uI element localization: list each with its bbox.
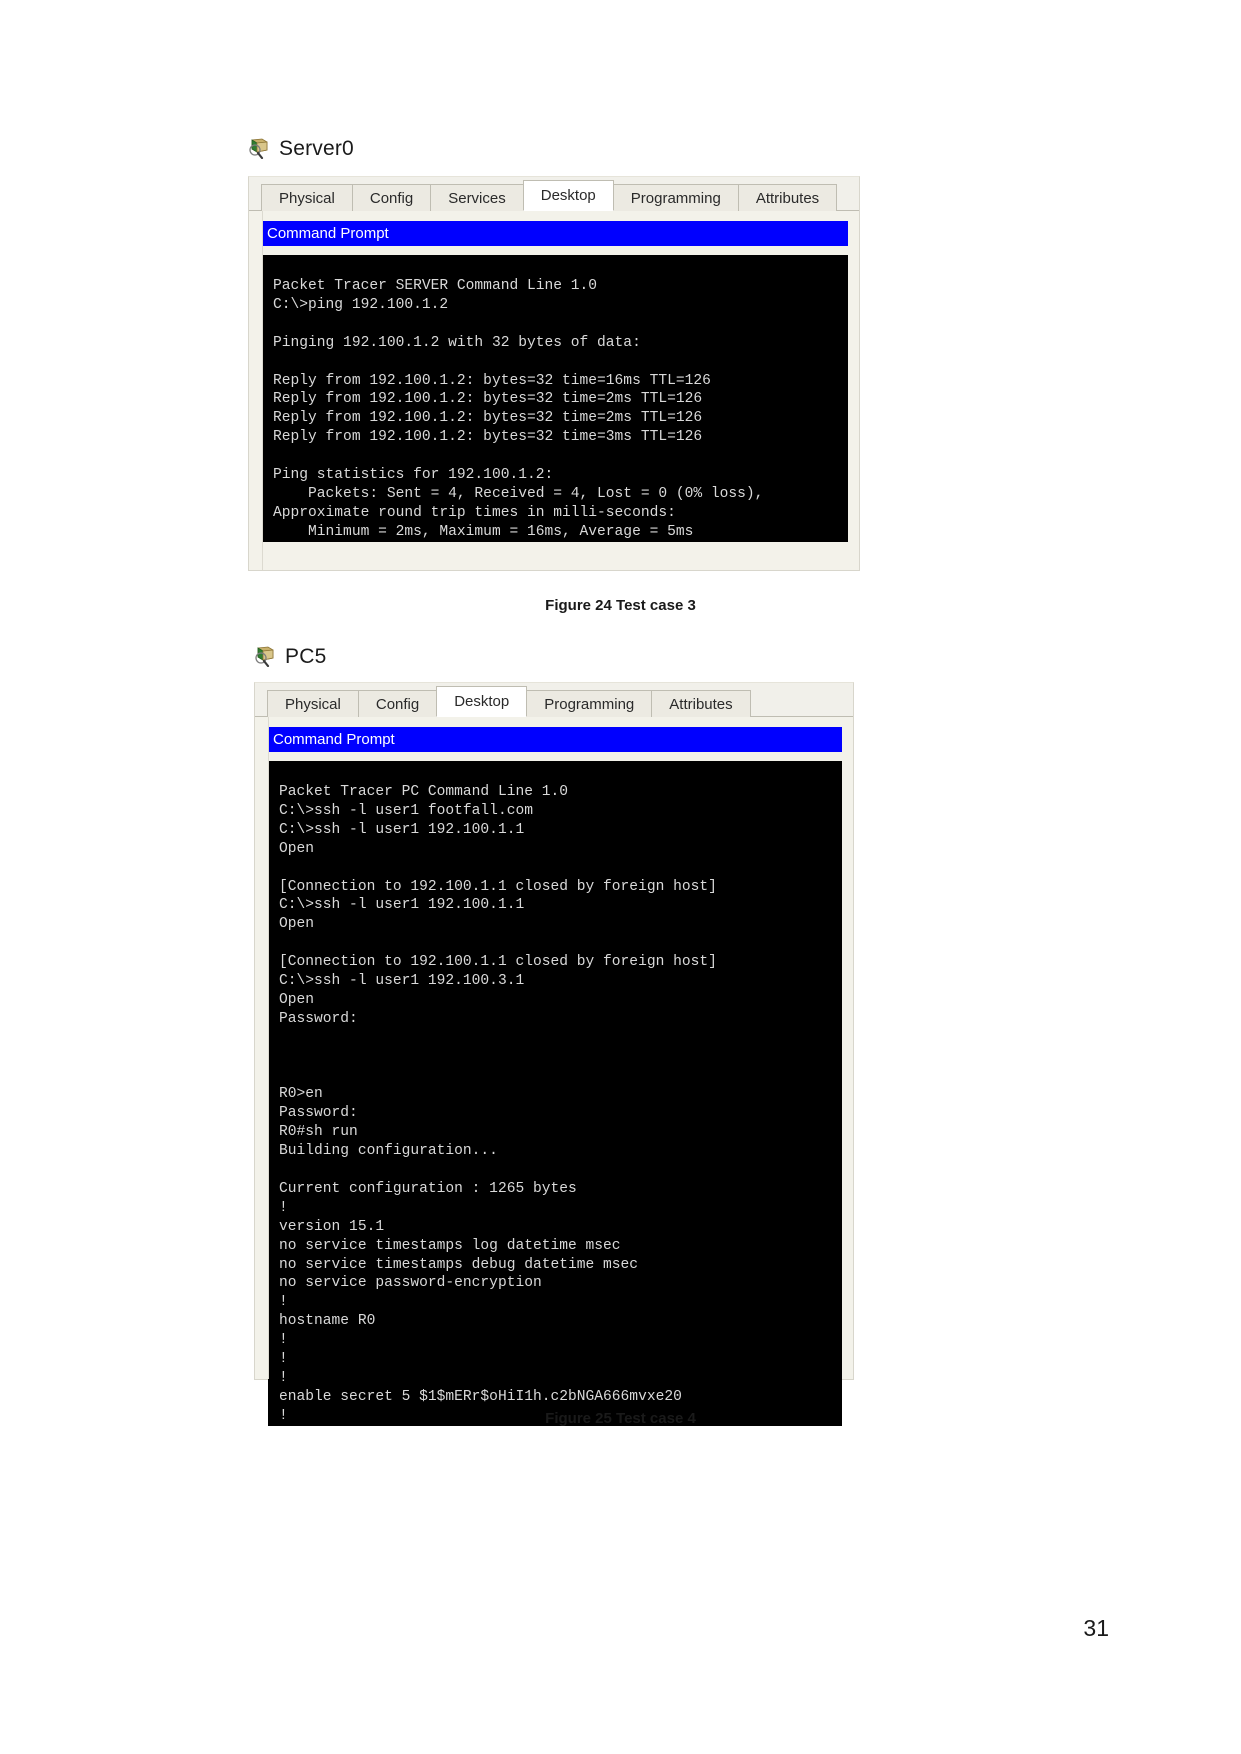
tab-physical[interactable]: Physical	[261, 184, 353, 211]
terminal-line: [Connection to 192.100.1.1 closed by for…	[279, 954, 717, 971]
terminal-line: C:\>ssh -l user1 192.100.3.1	[279, 973, 525, 990]
terminal-line: Packet Tracer PC Command Line 1.0	[279, 784, 569, 800]
desktop-panel-body: Command Prompt Packet Tracer SERVER Comm…	[249, 211, 859, 570]
terminal-line: no service password-encryption	[279, 1275, 542, 1292]
terminal-line: C:\>ssh -l user1 footfall.com	[279, 802, 533, 819]
terminal-line: C:\>ping 192.100.1.2	[273, 296, 449, 313]
terminal-output-pc5[interactable]: Packet Tracer PC Command Line 1.0 C:\>ssh…	[268, 761, 842, 1426]
terminal-line: Open	[279, 840, 315, 857]
device-name-label: Server0	[279, 136, 354, 160]
figure-caption-25: Figure 25 Test case 4	[545, 1410, 696, 1427]
terminal-line: Packet Tracer SERVER Command Line 1.0	[273, 278, 598, 294]
page-number: 31	[1083, 1615, 1109, 1641]
terminal-line: hostname R0	[279, 1313, 376, 1330]
server-device-icon	[248, 137, 270, 159]
terminal-line: Reply from 192.100.1.2: bytes=32 time=2m…	[273, 410, 703, 427]
panel-left-gutter	[249, 211, 263, 570]
packet-tracer-window-server0: Physical Config Services Desktop Program…	[248, 176, 860, 571]
terminal-line: !	[279, 1199, 288, 1216]
terminal-line: C:\>ssh -l user1 192.100.1.1	[279, 897, 525, 914]
terminal-line: Open	[279, 916, 315, 933]
terminal-line: Password:	[279, 1105, 358, 1122]
terminal-line: no service timestamps log datetime msec	[279, 1237, 621, 1254]
terminal-line: [Connection to 192.100.1.1 closed by for…	[279, 878, 717, 895]
tab-programming[interactable]: Programming	[526, 690, 653, 717]
terminal-line: Ping statistics for 192.100.1.2:	[273, 467, 554, 484]
tab-bar: Physical Config Services Desktop Program…	[249, 177, 859, 211]
terminal-line: !	[279, 1332, 288, 1349]
device-label-pc5: PC5	[254, 645, 326, 667]
terminal-line: R0>en	[279, 1086, 323, 1103]
terminal-line: Current configuration : 1265 bytes	[279, 1180, 577, 1197]
pc-device-icon	[254, 645, 276, 667]
tab-programming[interactable]: Programming	[612, 184, 739, 211]
terminal-line: Pinging 192.100.1.2 with 32 bytes of dat…	[273, 334, 641, 351]
terminal-line: !	[279, 1351, 288, 1368]
terminal-line: !	[279, 1370, 288, 1386]
terminal-line: version 15.1	[279, 1218, 385, 1235]
terminal-line: !	[279, 1294, 288, 1311]
terminal-line: Reply from 192.100.1.2: bytes=32 time=2m…	[273, 391, 703, 408]
tab-desktop[interactable]: Desktop	[436, 686, 528, 717]
command-prompt-titlebar: Command Prompt	[262, 221, 848, 246]
device-label-server0: Server0	[248, 137, 354, 159]
terminal-output-server0[interactable]: Packet Tracer SERVER Command Line 1.0 C:\…	[262, 255, 848, 542]
terminal-line: Packets: Sent = 4, Received = 4, Lost = …	[273, 485, 764, 502]
terminal-line: no service timestamps debug datetime mse…	[279, 1256, 639, 1273]
terminal-line: Approximate round trip times in milli-se…	[273, 504, 676, 521]
packet-tracer-window-pc5: Physical Config Desktop Programming Attr…	[254, 682, 854, 1426]
terminal-line: C:\>ssh -l user1 192.100.1.1	[279, 821, 525, 838]
tab-desktop[interactable]: Desktop	[522, 180, 614, 211]
terminal-line: Minimum = 2ms, Maximum = 16ms, Average =…	[273, 523, 694, 540]
terminal-line: Reply from 192.100.1.2: bytes=32 time=3m…	[273, 429, 703, 446]
terminal-line: enable secret 5 $1$mERr$oHiI1h.c2bNGA666…	[279, 1388, 682, 1405]
tab-physical[interactable]: Physical	[267, 690, 359, 717]
terminal-line: Password:	[279, 1010, 358, 1027]
command-prompt-titlebar: Command Prompt	[268, 727, 842, 752]
tab-services[interactable]: Services	[430, 184, 524, 211]
figure-caption-24: Figure 24 Test case 3	[545, 597, 696, 614]
tab-attributes[interactable]: Attributes	[651, 690, 751, 717]
desktop-panel-body: Command Prompt Packet Tracer PC Command …	[255, 717, 853, 1426]
tab-config[interactable]: Config	[351, 184, 432, 211]
tab-bar: Physical Config Desktop Programming Attr…	[255, 683, 853, 717]
terminal-line: Building configuration...	[279, 1143, 498, 1160]
tab-attributes[interactable]: Attributes	[737, 184, 838, 211]
terminal-line: Reply from 192.100.1.2: bytes=32 time=16…	[273, 372, 711, 389]
tab-config[interactable]: Config	[357, 690, 438, 717]
terminal-line: R0#sh run	[279, 1124, 358, 1141]
panel-left-gutter	[255, 717, 269, 1379]
device-name-label: PC5	[285, 644, 327, 668]
terminal-line: Open	[279, 991, 315, 1008]
document-page: Server0 Physical Config Services Desktop…	[0, 0, 1241, 1754]
